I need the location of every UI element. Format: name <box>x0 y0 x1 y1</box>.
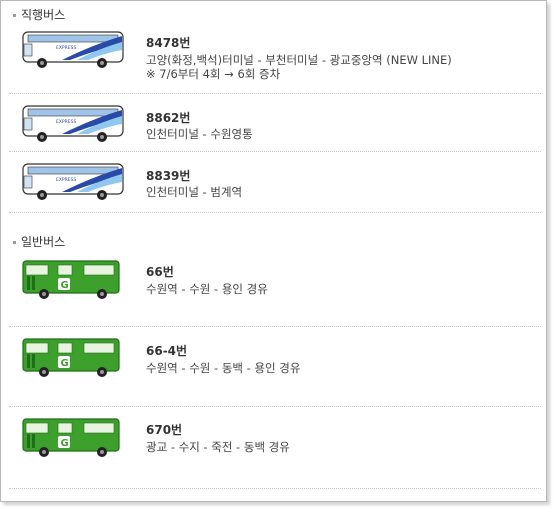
divider <box>9 151 541 152</box>
city-bus-icon: G <box>22 338 120 377</box>
list-item: G 670번 광교 - 수지 - 죽전 - 동백 경유 <box>1 411 542 481</box>
section-title-express: 직행버스 <box>13 6 65 23</box>
bullet-icon <box>13 241 16 244</box>
list-item: G 66-4번 수원역 - 수원 - 동백 - 용인 경유 <box>1 331 542 401</box>
express-label: EXPRESS <box>56 45 76 51</box>
route-description: 수원역 - 수원 - 동백 - 용인 경유 <box>146 361 301 375</box>
route-number: 66번 <box>146 265 174 279</box>
list-item: EXPRESS 8862번 인천터미널 - 수원영통 <box>1 97 542 149</box>
route-description: 수원역 - 수원 - 용인 경유 <box>146 282 268 296</box>
bullet-icon <box>13 14 16 17</box>
section-title-city: 일반버스 <box>13 233 65 250</box>
route-number: 8839번 <box>146 169 191 183</box>
g-logo: G <box>61 358 69 369</box>
express-label: EXPRESS <box>56 119 76 125</box>
list-item: EXPRESS 8839번 인천터미널 - 범계역 <box>1 155 542 207</box>
express-bus-icon: EXPRESS <box>22 163 124 200</box>
content-frame: 직행버스 EXPRESS 8478번 고양(화정,백석)터미널 - 부천터미널 … <box>0 0 547 502</box>
divider <box>9 406 541 407</box>
divider <box>9 326 541 327</box>
route-number: 66-4번 <box>146 344 188 358</box>
express-label: EXPRESS <box>56 177 76 183</box>
route-note: ※ 7/6부터 4회 → 6회 증차 <box>146 67 281 81</box>
route-number: 670번 <box>146 423 183 437</box>
route-description: 인천터미널 - 수원영통 <box>146 127 253 141</box>
route-description: 인천터미널 - 범계역 <box>146 185 243 199</box>
list-item: EXPRESS 8478번 고양(화정,백석)터미널 - 부천터미널 - 광교중… <box>1 27 542 91</box>
g-logo: G <box>61 438 69 449</box>
route-number: 8478번 <box>146 36 191 50</box>
divider <box>9 488 541 489</box>
g-logo: G <box>61 280 69 291</box>
list-item: G 66번 수원역 - 수원 - 용인 경유 <box>1 253 542 323</box>
route-number: 8862번 <box>146 111 191 125</box>
route-description: 고양(화정,백석)터미널 - 부천터미널 - 광교중앙역 (NEW LINE) <box>146 53 452 67</box>
city-bus-icon: G <box>22 260 120 299</box>
route-description: 광교 - 수지 - 죽전 - 동백 경유 <box>146 440 290 454</box>
express-bus-icon: EXPRESS <box>22 31 124 68</box>
express-bus-icon: EXPRESS <box>22 105 124 142</box>
city-bus-icon: G <box>22 418 120 457</box>
divider <box>9 212 541 213</box>
divider <box>9 93 541 94</box>
